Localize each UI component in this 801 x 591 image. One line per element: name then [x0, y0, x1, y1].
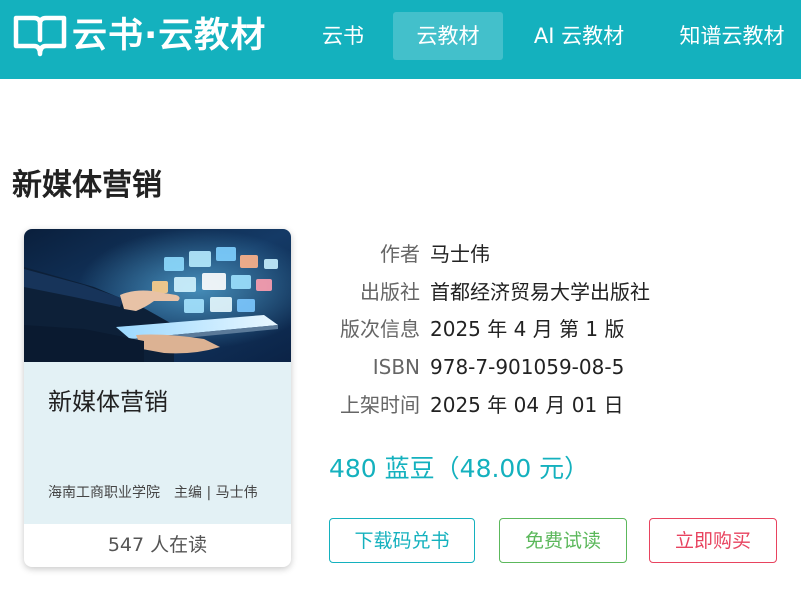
- buy-now-button[interactable]: 立即购买: [649, 518, 777, 563]
- info-label: 版次信息: [340, 317, 420, 341]
- info-row-publisher: 出版社 首都经济贸易大学出版社: [300, 277, 650, 307]
- price-text: 480 蓝豆（48.00 元）: [329, 454, 590, 483]
- info-row-edition: 版次信息 2025 年 4 月 第 1 版: [300, 314, 625, 344]
- nav-item-yunjiaocai[interactable]: 云教材: [393, 12, 503, 60]
- top-header: 云书·云教材 云书 云教材 AI 云教材 知谱云教材: [0, 0, 801, 79]
- info-label: 出版社: [360, 280, 420, 304]
- info-label: ISBN: [372, 355, 420, 379]
- book-card-body: 新媒体营销 海南工商职业学院 主编 | 马士伟: [24, 362, 291, 524]
- logo-text: 云书·云教材: [72, 16, 267, 56]
- free-trial-button[interactable]: 免费试读: [499, 518, 627, 563]
- readers-count: 547 人在读: [107, 534, 208, 556]
- book-card-school: 海南工商职业学院: [48, 485, 160, 501]
- book-card-editor: 主编 | 马士伟: [174, 485, 258, 501]
- info-row-isbn: ISBN 978-7-901059-08-5: [300, 352, 625, 382]
- page-title: 新媒体营销: [12, 168, 162, 203]
- book-card-title: 新媒体营销: [48, 388, 168, 416]
- book-cover-image: [24, 229, 291, 362]
- info-row-shelf-date: 上架时间 2025 年 04 月 01 日: [300, 390, 624, 420]
- nav-item-ai-yunjiaocai[interactable]: AI 云教材: [520, 12, 638, 60]
- info-value: 978-7-901059-08-5: [430, 355, 625, 379]
- site-logo[interactable]: 云书·云教材: [12, 13, 266, 59]
- info-value: 马士伟: [430, 242, 490, 266]
- info-value: 2025 年 4 月 第 1 版: [430, 317, 625, 341]
- info-value: 2025 年 04 月 01 日: [430, 393, 624, 417]
- info-label: 作者: [380, 242, 420, 266]
- nav-item-yunshu[interactable]: 云书: [305, 12, 381, 60]
- book-card-meta: 海南工商职业学院 主编 | 马士伟: [48, 482, 258, 502]
- nav-item-zhipu-yunjiaocai[interactable]: 知谱云教材: [667, 12, 797, 60]
- info-value: 首都经济贸易大学出版社: [430, 280, 650, 304]
- redeem-code-button[interactable]: 下载码兑书: [329, 518, 475, 563]
- open-book-icon: [13, 15, 67, 57]
- book-card[interactable]: 新媒体营销 海南工商职业学院 主编 | 马士伟 547 人在读: [24, 229, 291, 567]
- info-label: 上架时间: [340, 393, 420, 417]
- info-row-author: 作者 马士伟: [300, 239, 490, 269]
